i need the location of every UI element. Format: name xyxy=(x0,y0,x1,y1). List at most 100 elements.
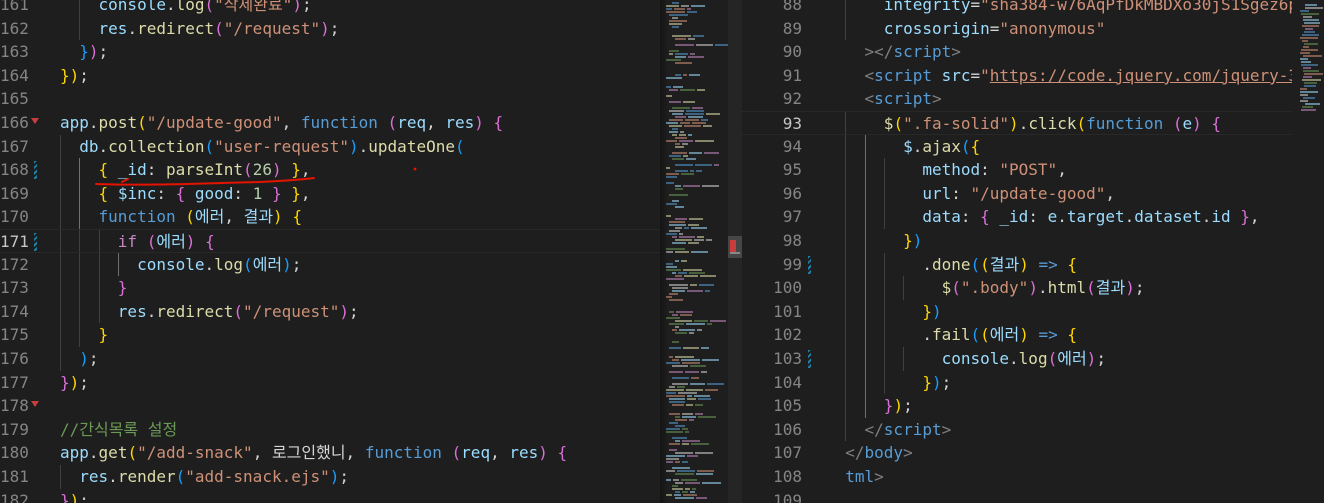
code-line[interactable]: 178 xyxy=(0,394,660,418)
line-number: 163 xyxy=(0,42,29,62)
code-line[interactable]: 172 console.log(에러); xyxy=(0,252,660,277)
code-line[interactable]: 96 url: "/update-good", xyxy=(742,181,1324,206)
code-text[interactable]: function (에러, 결과) { xyxy=(60,205,302,229)
code-line[interactable]: 168 { _id: parseInt(26) }, xyxy=(0,158,660,182)
code-token: > xyxy=(941,419,952,439)
minimap-code-line xyxy=(689,419,694,421)
code-text[interactable]: }); xyxy=(60,40,108,64)
code-line[interactable]: 97 data: { _id: e.target.dataset.id }, xyxy=(742,205,1324,229)
code-line[interactable]: 179 //간식목록 설정 xyxy=(0,418,660,442)
code-line[interactable]: 167 db.collection("user-request").update… xyxy=(0,134,660,159)
code-text[interactable]: }); xyxy=(60,371,89,395)
code-line[interactable]: 108 tml> xyxy=(742,465,1324,489)
code-line[interactable]: 105 }); xyxy=(742,394,1324,418)
code-line[interactable]: 101 }) xyxy=(742,299,1324,324)
code-line[interactable]: 100 $(".body").html(결과); xyxy=(742,276,1324,300)
code-line[interactable]: 182}); xyxy=(0,489,660,503)
code-line[interactable]: 171 if (에러) { xyxy=(0,229,660,253)
code-token: 에러 xyxy=(194,207,225,227)
code-line[interactable]: 162 res.redirect("/request"); xyxy=(0,16,660,41)
code-text[interactable]: }); xyxy=(60,64,89,88)
code-line[interactable]: 94 $.ajax({ xyxy=(742,134,1324,159)
code-line[interactable]: 99 .done((결과) => { xyxy=(742,252,1324,277)
minimap-code-line xyxy=(675,440,680,442)
code-line[interactable]: 95 method: "POST", xyxy=(742,158,1324,182)
code-text[interactable]: tml> xyxy=(826,465,884,489)
code-line[interactable]: 88 integrity="sha384-w76AqPfDkMBDXo30jS1… xyxy=(742,0,1324,17)
code-line[interactable]: 166 app.post("/update-good", function (re… xyxy=(0,111,660,135)
code-text[interactable]: } xyxy=(60,323,109,347)
code-text[interactable]: method: "POST", xyxy=(826,158,1067,182)
code-text[interactable]: data: { _id: e.target.dataset.id }, xyxy=(826,205,1259,229)
code-text[interactable]: url: "/update-good", xyxy=(826,182,1115,206)
code-text[interactable]: </body> xyxy=(826,441,912,465)
line-number: 165 xyxy=(0,89,29,109)
code-text[interactable]: { $inc: { good: 1 } }, xyxy=(60,182,311,206)
code-line[interactable]: 106 </script> xyxy=(742,417,1324,442)
code-line[interactable]: 98 }) xyxy=(742,229,1324,253)
code-text[interactable]: res.render("add-snack.ejs"); xyxy=(60,465,349,489)
code-text[interactable]: //간식목록 설정 xyxy=(60,418,177,442)
right-minimap[interactable] xyxy=(1292,0,1324,503)
code-line[interactable]: 165 xyxy=(0,87,660,111)
code-line[interactable]: 164}); xyxy=(0,64,660,88)
code-text[interactable]: crossorigin="anonymous" xyxy=(826,17,1106,41)
code-text[interactable]: console.log(에러); xyxy=(826,347,1106,371)
code-text[interactable]: integrity="sha384-w76AqPfDkMBDXo30jS1Sge… xyxy=(826,0,1318,17)
code-line[interactable]: 163 }); xyxy=(0,40,660,64)
code-text[interactable]: } xyxy=(60,276,128,300)
minimap-code-line xyxy=(687,395,692,397)
code-text[interactable]: }) xyxy=(826,229,922,253)
right-editor-pane[interactable]: 88 integrity="sha384-w76AqPfDkMBDXo30jS1… xyxy=(742,0,1324,503)
code-text[interactable]: console.log(에러); xyxy=(60,253,301,277)
code-text[interactable]: res.redirect("/request"); xyxy=(60,17,340,41)
code-line[interactable]: 107 </body> xyxy=(742,441,1324,465)
code-text[interactable]: app.get("/add-snack", 로그인했니, function (r… xyxy=(60,441,567,465)
code-token: ( xyxy=(243,160,253,180)
code-text[interactable]: console.log("삭제완료"); xyxy=(60,0,312,17)
code-text[interactable]: ></script> xyxy=(826,40,961,64)
code-text[interactable]: $(".body").html(결과); xyxy=(826,276,1145,300)
code-text[interactable]: $.ajax({ xyxy=(826,135,980,159)
code-line[interactable]: 174 res.redirect("/request"); xyxy=(0,299,660,324)
code-text[interactable]: $(".fa-solid").click(function (e) { xyxy=(826,112,1221,136)
line-number: 162 xyxy=(0,18,29,38)
code-line[interactable]: 89 crossorigin="anonymous" xyxy=(742,16,1324,41)
code-line[interactable]: 180 app.get("/add-snack", 로그인했니, function… xyxy=(0,441,660,465)
code-line[interactable]: 104 }); xyxy=(742,370,1324,395)
code-token: ".fa-solid" xyxy=(903,114,1010,133)
code-token: { xyxy=(980,207,990,227)
code-text[interactable]: }); xyxy=(826,394,913,418)
code-line[interactable]: 90 ></script> xyxy=(742,40,1324,64)
code-line[interactable]: 161 console.log("삭제완료"); xyxy=(0,0,660,17)
minimap-code-line xyxy=(669,50,679,52)
code-line[interactable]: 91 <script src="https://code.jquery.com/… xyxy=(742,64,1324,88)
code-line[interactable]: 173 } xyxy=(0,276,660,300)
code-text[interactable]: db.collection("user-request").updateOne( xyxy=(60,135,464,159)
code-line[interactable]: 176 ); xyxy=(0,347,660,371)
code-line[interactable]: 175 } xyxy=(0,323,660,347)
code-line[interactable]: 103 console.log(에러); xyxy=(742,347,1324,371)
code-line[interactable]: 109 xyxy=(742,489,1324,503)
code-token: console xyxy=(98,0,166,14)
left-editor-pane[interactable]: 161 console.log("삭제완료"); 162 res.redirect… xyxy=(0,0,660,503)
code-line[interactable]: 177}); xyxy=(0,371,660,395)
code-text[interactable]: if (에러) { xyxy=(60,230,215,254)
code-line[interactable]: 181 res.render("add-snack.ejs"); xyxy=(0,465,660,489)
code-line[interactable]: 170 function (에러, 결과) { xyxy=(0,205,660,229)
code-text[interactable]: { _id: parseInt(26) }, xyxy=(60,158,311,182)
code-line[interactable]: 92 <script> xyxy=(742,87,1324,111)
code-line[interactable]: 102 .fail((에러) => { xyxy=(742,323,1324,347)
left-scrollbar[interactable] xyxy=(728,0,742,503)
code-line[interactable]: 169 { $inc: { good: 1 } }, xyxy=(0,181,660,206)
code-text[interactable]: <script src="https://code.jquery.com/jqu… xyxy=(826,64,1318,88)
code-text[interactable]: <script> xyxy=(826,87,942,111)
code-text[interactable]: ); xyxy=(60,347,98,371)
code-text[interactable]: }); xyxy=(60,489,89,503)
code-text[interactable]: app.post("/update-good", function (req, … xyxy=(60,111,503,135)
minimap-code-line xyxy=(675,461,680,463)
code-text[interactable]: res.redirect("/request"); xyxy=(60,300,359,324)
minimap-code-line xyxy=(675,260,679,262)
code-line[interactable]: 93 $(".fa-solid").click(function (e) { xyxy=(742,111,1324,135)
